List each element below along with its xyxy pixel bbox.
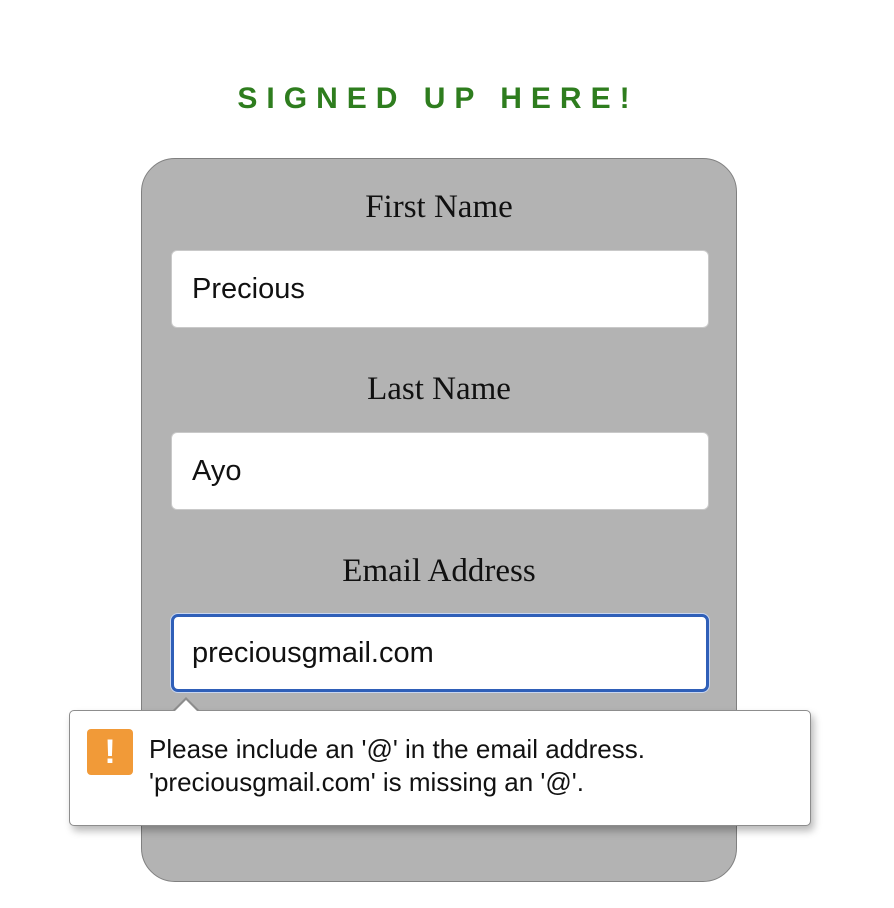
validation-message: Please include an '@' in the email addre… [149, 733, 789, 799]
validation-message-line1: Please include an '@' in the email addre… [149, 734, 645, 764]
email-address-label: Email Address [342, 553, 536, 589]
warning-icon: ! [87, 729, 133, 775]
first-name-label: First Name [365, 189, 513, 225]
last-name-label: Last Name [367, 371, 511, 407]
tooltip-arrow-fill [174, 700, 198, 712]
email-address-input[interactable] [171, 614, 709, 692]
first-name-input[interactable] [171, 250, 709, 328]
validation-message-line2: 'preciousgmail.com' is missing an '@'. [149, 767, 584, 797]
last-name-input[interactable] [171, 432, 709, 510]
validation-tooltip: ! Please include an '@' in the email add… [69, 710, 811, 826]
page-title: SIGNED UP HERE! [237, 82, 639, 115]
